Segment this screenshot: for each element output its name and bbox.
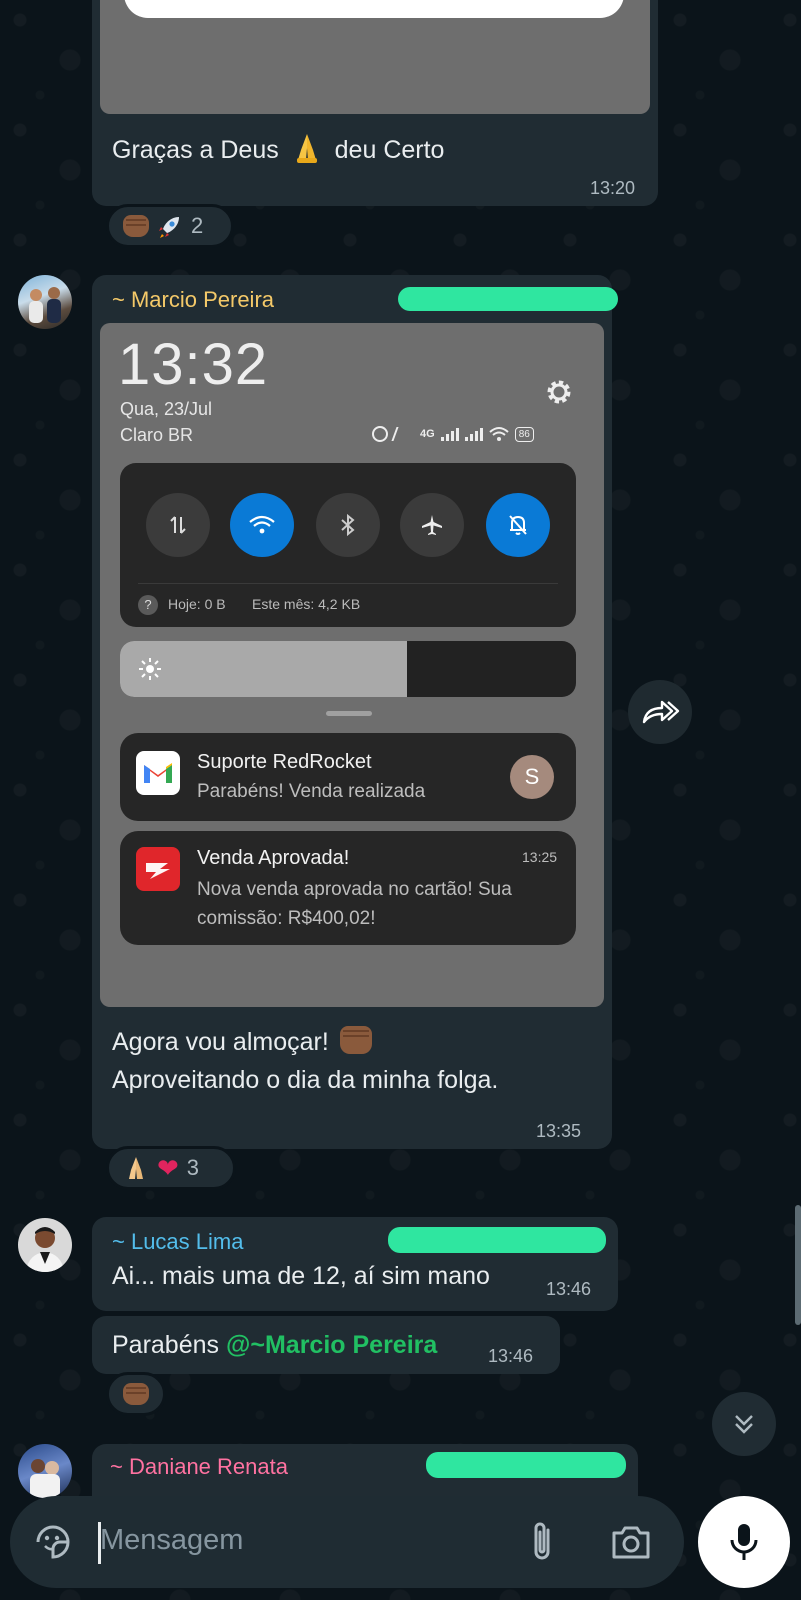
message-input[interactable]: Mensagem — [100, 1524, 243, 1557]
mute-icon — [391, 427, 417, 441]
bluetooth-icon — [341, 513, 355, 537]
person-photo-icon — [26, 1227, 64, 1272]
data-usage-month: Este mês: 4,2 KB — [252, 596, 361, 612]
scrollbar-thumb[interactable] — [795, 1205, 801, 1325]
avatar-marcio[interactable] — [18, 275, 72, 329]
forward-icon — [642, 700, 680, 724]
sender-name: ~ Daniane Renata — [110, 1454, 288, 1479]
redacted-phone — [388, 1227, 606, 1253]
wifi-status-icon — [489, 427, 509, 441]
signal-icon — [440, 427, 459, 441]
gear-icon — [547, 380, 571, 404]
image-attachment[interactable] — [100, 0, 650, 114]
airplane-icon — [422, 515, 442, 535]
sender-name: ~ Marcio Pereira — [112, 287, 275, 312]
message-time: 13:20 — [590, 178, 636, 198]
folded-hands-icon — [129, 1157, 143, 1179]
notification-title: Suporte RedRocket — [197, 751, 372, 773]
status-date: Qua, 23/Jul — [120, 399, 213, 419]
status-icons: 4G 86 — [372, 423, 582, 445]
data-transfer-icon — [170, 516, 186, 534]
message-bubble[interactable]: Graças a Deus deu Certo 13:20 — [92, 0, 658, 206]
drag-handle[interactable] — [326, 711, 372, 716]
redrocket-app-icon — [136, 847, 180, 891]
redacted-phone — [426, 1452, 626, 1478]
divider — [138, 583, 558, 584]
toggle-airplane-mode[interactable] — [400, 493, 464, 557]
reactions-pill[interactable]: ❤ 3 — [106, 1146, 236, 1190]
camera-icon[interactable] — [610, 1523, 652, 1561]
avatar-lucas[interactable] — [18, 1218, 72, 1272]
fist-bump-emoji — [339, 1026, 372, 1054]
fist-bump-icon — [123, 1383, 149, 1405]
notification-body: Nova venda aprovada no cartão! Sua — [197, 879, 512, 900]
network-type: 4G — [420, 428, 435, 440]
fist-bump-icon — [123, 215, 149, 237]
attach-icon[interactable] — [526, 1520, 560, 1564]
data-usage-today: Hoje: 0 B — [168, 596, 226, 612]
notification-card[interactable]: Suporte RedRocket Parabéns! Venda realiz… — [120, 733, 576, 821]
reaction-count: 2 — [191, 213, 204, 238]
message-bubble[interactable]: ~ Marcio Pereira 13:32 Qua, 23/Jul Claro… — [92, 275, 618, 1149]
bell-off-icon — [509, 515, 527, 535]
forward-button[interactable] — [628, 680, 692, 744]
people-photo-icon — [30, 1459, 60, 1498]
redacted-phone — [398, 287, 618, 311]
help-icon: ? — [138, 595, 158, 615]
toggle-bluetooth[interactable] — [316, 493, 380, 557]
reactions-pill[interactable] — [106, 1372, 166, 1416]
message-bubble[interactable]: ~ Lucas Lima Ai... mais uma de 12, aí si… — [92, 1217, 618, 1311]
message-text: Ai... mais uma de 12, aí sim mano — [112, 1262, 490, 1290]
message-text: Aproveitando o dia da minha folga. — [112, 1066, 499, 1094]
brightness-slider[interactable] — [120, 641, 576, 697]
reaction-count: 3 — [186, 1155, 200, 1180]
message-time: 13:46 — [488, 1346, 534, 1366]
battery-icon: 86 — [514, 426, 534, 442]
message-bubble[interactable]: Parabéns @~Marcio Pereira 13:46 — [92, 1316, 560, 1374]
brightness-level — [120, 641, 408, 697]
sun-icon — [139, 658, 161, 680]
message-text: Graças a Deus deu Certo — [112, 130, 444, 169]
message-text: Parabéns @~Marcio Pereira — [112, 1331, 438, 1359]
wifi-icon — [249, 515, 275, 534]
notification-avatar: S — [510, 755, 554, 799]
voice-record-button[interactable] — [698, 1496, 790, 1588]
message-bubble[interactable]: ~ Daniane Renata — [92, 1444, 638, 1504]
sticker-icon[interactable] — [32, 1521, 74, 1563]
image-attachment[interactable]: 13:32 Qua, 23/Jul Claro BR 4G 86 ? Hoje:… — [100, 323, 604, 1007]
red-heart-icon: ❤ — [157, 1152, 179, 1183]
toggle-do-not-disturb[interactable] — [486, 493, 550, 557]
toggle-wifi[interactable] — [230, 493, 294, 557]
toggle-mobile-data[interactable] — [146, 493, 210, 557]
people-photo-icon — [29, 287, 61, 323]
notification-card[interactable]: Venda Aprovada! 13:25 Nova venda aprovad… — [120, 831, 576, 945]
rocket-icon — [159, 217, 179, 238]
folded-hands-emoji — [296, 134, 317, 163]
gmail-icon — [136, 751, 180, 795]
microphone-icon — [730, 1524, 758, 1560]
image-content — [124, 0, 624, 18]
message-composer: Mensagem — [10, 1496, 684, 1588]
signal-icon — [464, 427, 483, 441]
quick-settings-panel: ? Hoje: 0 B Este mês: 4,2 KB — [120, 463, 576, 627]
message-time: 13:35 — [536, 1121, 582, 1141]
sender-name: ~ Lucas Lima — [112, 1229, 244, 1254]
message-text: Agora vou almoçar! — [112, 1023, 372, 1061]
status-clock: 13:32 — [118, 332, 269, 397]
message-time: 13:46 — [546, 1279, 592, 1299]
reactions-pill[interactable]: 2 — [106, 204, 234, 248]
avatar-daniane[interactable] — [18, 1444, 72, 1498]
double-chevron-down-icon — [735, 1415, 753, 1434]
notification-time: 13:25 — [522, 849, 558, 865]
scroll-to-bottom-button[interactable] — [712, 1392, 776, 1456]
notification-body: comissão: R$400,02! — [197, 908, 376, 929]
alarm-icon — [372, 426, 388, 442]
mention-link[interactable]: @~Marcio Pereira — [226, 1331, 437, 1359]
carrier-name: Claro BR — [120, 425, 194, 445]
notification-body: Parabéns! Venda realizada — [197, 781, 426, 802]
notification-title: Venda Aprovada! — [197, 847, 350, 869]
